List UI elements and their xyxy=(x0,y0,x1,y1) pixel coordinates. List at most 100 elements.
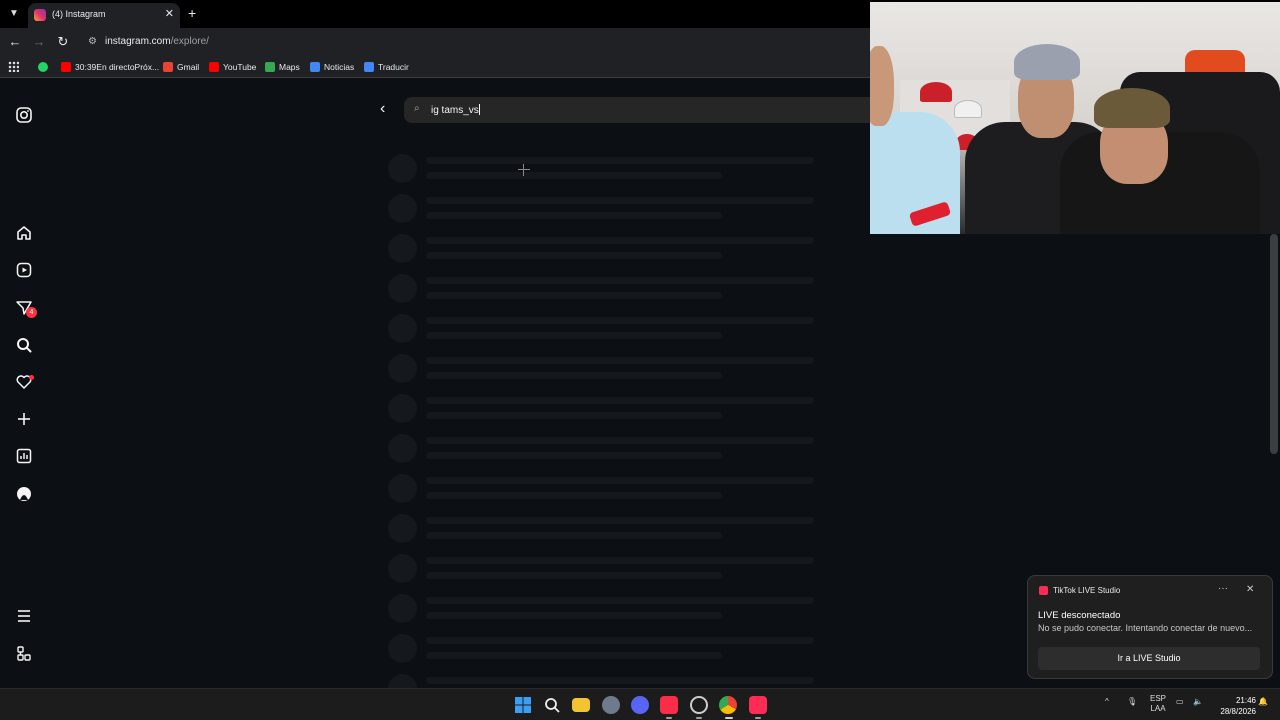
placeholder-line xyxy=(426,197,814,204)
toast-title: LIVE desconectado xyxy=(1038,610,1121,621)
messages-badge: 4 xyxy=(26,307,37,318)
dashboard-icon[interactable] xyxy=(14,446,34,466)
placeholder-line xyxy=(426,452,722,459)
search-input-value[interactable]: ig tams_vs xyxy=(431,104,480,116)
tab-search-chevron-icon[interactable]: ▼ xyxy=(6,6,22,22)
instagram-favicon-icon xyxy=(34,9,46,21)
volume-icon[interactable]: 🔈 xyxy=(1193,697,1203,706)
gmail-icon xyxy=(163,62,173,72)
reels-icon[interactable] xyxy=(14,260,34,280)
placeholder-line xyxy=(426,612,722,619)
placeholder-line xyxy=(426,277,814,284)
running-indicator xyxy=(696,717,702,719)
search-icon[interactable] xyxy=(14,335,34,355)
placeholder-line xyxy=(426,677,814,684)
home-icon[interactable] xyxy=(14,223,34,243)
site-info-icon[interactable]: ⚙ xyxy=(88,36,97,47)
webcam-white-cap xyxy=(954,100,982,118)
tiktok-live-studio-icon[interactable] xyxy=(749,696,767,714)
create-plus-icon[interactable] xyxy=(14,409,34,429)
windows-start-icon[interactable] xyxy=(514,696,532,714)
tiktok-icon xyxy=(1039,586,1048,595)
system-clock[interactable]: 21:46 28/8/2026 xyxy=(1206,695,1256,717)
placeholder-avatar xyxy=(388,434,417,463)
bookmark-label: 30:39En directoPróx... xyxy=(75,62,160,72)
notification-dot xyxy=(29,375,34,380)
more-menu-icon[interactable] xyxy=(14,606,34,626)
webcam-cap-right xyxy=(1094,88,1170,128)
placeholder-line xyxy=(426,492,722,499)
bookmark-label: Gmail xyxy=(177,62,200,72)
bookmark-youtube[interactable]: YouTube xyxy=(209,60,256,74)
network-icon[interactable]: ▭ xyxy=(1176,697,1184,706)
placeholder-avatar xyxy=(388,394,417,423)
bookmark-label: Traducir xyxy=(378,62,409,72)
running-indicator xyxy=(725,717,733,719)
bookmarks-bar: 30:39En directoPróx... Gmail YouTube Map… xyxy=(0,56,870,78)
placeholder-line xyxy=(426,157,814,164)
mouse-cursor xyxy=(518,164,530,176)
loading-placeholder-row xyxy=(388,354,816,384)
placeholder-avatar xyxy=(388,594,417,623)
loading-placeholder-row xyxy=(388,514,816,544)
placeholder-line xyxy=(426,597,814,604)
instagram-logo-icon[interactable] xyxy=(14,105,34,125)
obs-icon[interactable] xyxy=(690,696,708,714)
chrome-icon[interactable] xyxy=(719,696,737,714)
taskbar-search-icon[interactable] xyxy=(543,696,561,714)
loading-placeholder-row xyxy=(388,234,816,264)
new-tab-button[interactable]: + xyxy=(188,5,196,21)
placeholder-avatar xyxy=(388,474,417,503)
open-live-studio-button[interactable]: Ir a LIVE Studio xyxy=(1038,647,1260,670)
discord-icon[interactable] xyxy=(631,696,649,714)
placeholder-line xyxy=(426,237,814,244)
search-back-chevron-icon[interactable]: ‹ xyxy=(380,100,385,118)
reload-icon[interactable]: ↻ xyxy=(54,33,72,51)
apps-grid-icon[interactable] xyxy=(8,61,19,72)
whatsapp-bookmark[interactable] xyxy=(38,60,48,74)
placeholder-line xyxy=(426,652,722,659)
loading-placeholder-row xyxy=(388,554,816,584)
toast-more-options-icon[interactable]: ··· xyxy=(1218,583,1228,594)
whatsapp-icon xyxy=(38,62,48,72)
show-hidden-icons-chevron-icon[interactable]: ^ xyxy=(1105,697,1109,706)
bookmark-gmail[interactable]: Gmail xyxy=(163,60,199,74)
placeholder-avatar xyxy=(388,234,417,263)
toast-close-icon[interactable]: ✕ xyxy=(1246,584,1254,595)
translate-icon xyxy=(364,62,374,72)
running-indicator xyxy=(666,717,672,719)
maps-icon xyxy=(265,62,275,72)
text-caret xyxy=(478,104,480,115)
placeholder-line xyxy=(426,637,814,644)
also-from-meta-icon[interactable] xyxy=(14,644,34,664)
profile-avatar-icon[interactable] xyxy=(14,484,34,504)
bookmark-traducir[interactable]: Traducir xyxy=(364,60,409,74)
search-input[interactable]: ⌕ ig tams_vs xyxy=(404,97,870,123)
file-explorer-icon[interactable] xyxy=(572,698,590,712)
bookmark-noticias[interactable]: Noticias xyxy=(310,60,354,74)
settings-gear-icon[interactable] xyxy=(602,696,620,714)
notification-center-icon[interactable]: 🔔 xyxy=(1258,697,1268,706)
loading-placeholder-row xyxy=(388,194,816,224)
page-scrollbar[interactable] xyxy=(1270,234,1278,454)
placeholder-line xyxy=(426,252,722,259)
tab-instagram[interactable]: (4) Instagram ✕ xyxy=(28,3,180,28)
bookmark-maps[interactable]: Maps xyxy=(265,60,300,74)
youtube-icon xyxy=(61,62,71,72)
apple-music-icon[interactable] xyxy=(660,696,678,714)
placeholder-line xyxy=(426,572,722,579)
webcam-overlay xyxy=(870,2,1280,234)
language-indicator[interactable]: ESP LAA xyxy=(1150,694,1166,714)
tab-close-icon[interactable]: ✕ xyxy=(165,7,174,20)
loading-placeholder-row xyxy=(388,314,816,344)
microphone-icon[interactable]: 🎙 xyxy=(1127,697,1137,706)
bookmark-youtube-live[interactable]: 30:39En directoPróx... xyxy=(61,60,159,74)
placeholder-line xyxy=(426,397,814,404)
placeholder-line xyxy=(426,292,722,299)
address-bar[interactable]: ⚙ instagram.com/explore/ xyxy=(82,31,872,53)
url-text: instagram.com/explore/ xyxy=(105,36,209,47)
forward-arrow-icon[interactable]: → xyxy=(30,33,48,51)
back-arrow-icon[interactable]: ← xyxy=(6,33,24,51)
placeholder-line xyxy=(426,557,814,564)
placeholder-line xyxy=(426,477,814,484)
